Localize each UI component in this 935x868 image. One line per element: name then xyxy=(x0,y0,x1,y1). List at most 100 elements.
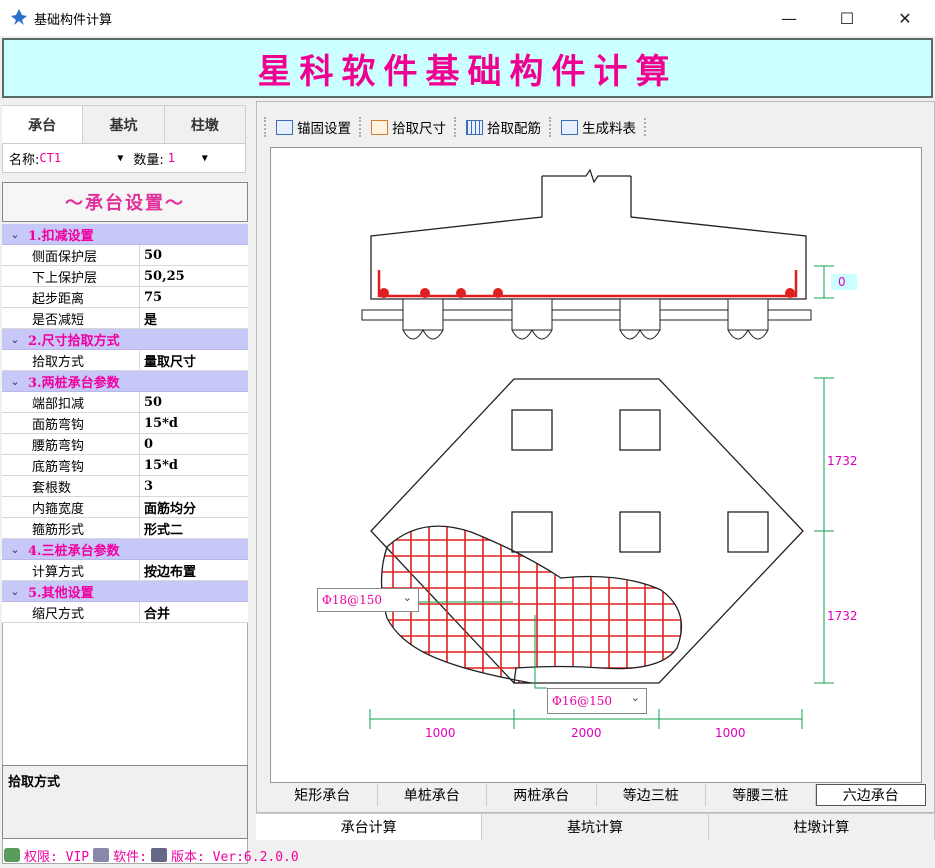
cover-dim-text: 0 xyxy=(838,275,846,289)
rebar-leaders xyxy=(417,601,547,689)
subtab-single[interactable]: 单桩承台 xyxy=(378,784,487,806)
property-key: 是否减短 xyxy=(28,308,140,328)
property-value[interactable]: 3 xyxy=(140,476,248,496)
property-value[interactable]: 15*d xyxy=(140,413,248,433)
property-row[interactable]: 侧面保护层 50 xyxy=(2,245,248,266)
property-value[interactable]: 是 xyxy=(140,308,248,328)
subtab-equi-three[interactable]: 等边三桩 xyxy=(597,784,706,806)
category-title: 5.其他设置 xyxy=(28,585,94,601)
category-header[interactable]: ⌄ 4.三桩承台参数 xyxy=(2,539,248,560)
drawing-svg: 0 1732 1732 1000 2000 1000 xyxy=(361,168,858,740)
property-row[interactable]: 下上保护层 50,25 xyxy=(2,266,248,287)
property-value[interactable]: 50,25 xyxy=(140,266,248,286)
category-title: 4.三桩承台参数 xyxy=(28,543,120,559)
category-header[interactable]: ⌄ 3.两桩承台参数 xyxy=(2,371,248,392)
tab-zhudun[interactable]: 柱墩 xyxy=(164,105,246,143)
chevron-down-icon: ⌄ xyxy=(10,542,20,556)
category-header[interactable]: ⌄ 5.其他设置 xyxy=(2,581,248,602)
property-value[interactable]: 形式二 xyxy=(140,518,248,538)
pick-rebar-button[interactable]: 拾取配筋 xyxy=(454,117,541,137)
tab-jikeng[interactable]: 基坑 xyxy=(83,105,165,143)
property-key: 拾取方式 xyxy=(28,350,140,370)
property-row[interactable]: 腰筋弯钩 0 xyxy=(2,434,248,455)
rebar-bottom-select[interactable]: Φ16@150 ⌄ xyxy=(547,688,647,714)
subtab-rect[interactable]: 矩形承台 xyxy=(268,784,378,806)
category-title: 3.两桩承台参数 xyxy=(28,375,120,391)
property-key: 套根数 xyxy=(28,476,140,496)
chevron-down-icon: ⌄ xyxy=(10,374,20,388)
property-value[interactable]: 0 xyxy=(140,434,248,454)
property-value[interactable]: 50 xyxy=(140,245,248,265)
maintab-chengtai[interactable]: 承台计算 xyxy=(256,814,483,840)
drawing-canvas[interactable]: 0 1732 1732 1000 2000 1000 Φ18@150 ⌄ Φ16… xyxy=(270,147,922,783)
tab-chengtai[interactable]: 承台 xyxy=(2,105,84,143)
category-header[interactable]: ⌄ 2.尺寸拾取方式 xyxy=(2,329,248,350)
dim-right-upper: 1732 xyxy=(827,454,858,468)
property-key: 内箍宽度 xyxy=(28,497,140,517)
name-label: 名称: xyxy=(9,152,40,168)
property-value[interactable]: 15*d xyxy=(140,455,248,475)
rebar-top-select[interactable]: Φ18@150 ⌄ xyxy=(317,588,419,612)
category-header[interactable]: ⌄ 1.扣减设置 xyxy=(2,224,248,245)
subtab-two[interactable]: 两桩承台 xyxy=(487,784,597,806)
right-panel: 锚固设置 拾取尺寸 拾取配筋 生成料表 0 1732 1732 1000 200… xyxy=(256,101,935,840)
name-select[interactable]: CT1 ▼ xyxy=(39,147,125,169)
dim-bottom-2: 2000 xyxy=(571,726,602,740)
status-software: 软件: xyxy=(113,849,147,865)
chevron-down-icon: ▼ xyxy=(117,152,124,164)
qty-value: 1 xyxy=(167,151,176,165)
maintab-jikeng[interactable]: 基坑计算 xyxy=(482,814,709,840)
property-row[interactable]: 内箍宽度 面筋均分 xyxy=(2,497,248,518)
right-dimensions xyxy=(814,377,834,684)
maintab-zhudun[interactable]: 柱墩计算 xyxy=(709,814,935,840)
subtab-hexagon[interactable]: 六边承台 xyxy=(815,784,926,806)
anchor-settings-button[interactable]: 锚固设置 xyxy=(264,117,351,137)
rebar-bottom-line xyxy=(377,270,798,298)
name-value: CT1 xyxy=(39,151,62,165)
maximize-button[interactable]: ☐ xyxy=(824,0,870,36)
property-row[interactable]: 计算方式 按边布置 xyxy=(2,560,248,581)
property-value[interactable]: 量取尺寸 xyxy=(140,350,248,370)
property-row[interactable]: 是否减短是 xyxy=(2,308,248,329)
property-key: 端部扣减 xyxy=(28,392,140,412)
generate-table-button[interactable]: 生成料表 xyxy=(549,117,636,137)
status-bar: 权限: VIP 软件: 版本: Ver:6.2.0.0 xyxy=(0,842,935,868)
dim-bottom-1: 1000 xyxy=(425,726,456,740)
close-button[interactable]: ✕ xyxy=(882,0,928,36)
pile-plan-squares xyxy=(511,409,769,553)
window-title: 基础构件计算 xyxy=(34,13,113,28)
chevron-down-icon: ⌄ xyxy=(402,591,412,604)
property-key: 底筋弯钩 xyxy=(28,455,140,475)
property-row[interactable]: 端部扣减 50 xyxy=(2,392,248,413)
pick-size-button[interactable]: 拾取尺寸 xyxy=(359,117,446,137)
subtab-iso-three[interactable]: 等腰三桩 xyxy=(706,784,816,806)
anchor-settings-label: 锚固设置 xyxy=(297,121,351,137)
property-row[interactable]: 起步距离 75 xyxy=(2,287,248,308)
description-title: 拾取方式 xyxy=(8,775,61,790)
chevron-down-icon: ▼ xyxy=(201,152,208,164)
property-row[interactable]: 缩尺方式 合并 xyxy=(2,602,248,623)
property-value[interactable]: 按边布置 xyxy=(140,560,248,580)
property-value[interactable]: 50 xyxy=(140,392,248,412)
property-key: 缩尺方式 xyxy=(28,602,140,622)
property-value[interactable]: 合并 xyxy=(140,602,248,622)
category-title: 2.尺寸拾取方式 xyxy=(28,333,120,349)
left-panel: 承台 基坑 柱墩 名称: CT1 ▼ 数量: 1 ▼ ～承台设置～ ⌄ 1.扣减设置侧… xyxy=(0,101,250,864)
property-value[interactable]: 面筋均分 xyxy=(140,497,248,517)
property-key: 箍筋形式 xyxy=(28,518,140,538)
qty-select[interactable]: 1 ▼ xyxy=(164,147,210,169)
property-row[interactable]: 面筋弯钩 15*d xyxy=(2,413,248,434)
description-panel: 拾取方式 xyxy=(2,765,248,839)
property-key: 腰筋弯钩 xyxy=(28,434,140,454)
minimize-button[interactable]: — xyxy=(766,0,812,36)
property-value[interactable]: 75 xyxy=(140,287,248,307)
chevron-down-icon: ⌄ xyxy=(10,332,20,346)
left-tabbar: 承台 基坑 柱墩 xyxy=(2,105,246,143)
column-break-line xyxy=(542,168,631,184)
property-row[interactable]: 套根数 3 xyxy=(2,476,248,497)
property-row[interactable]: 箍筋形式 形式二 xyxy=(2,518,248,539)
property-grid: ⌄ 1.扣减设置 侧面保护层 50 下上保护层 50,25 起步距离 75 是否减短是 ⌄ 2.尺寸… xyxy=(2,224,248,623)
property-row[interactable]: 拾取方式 量取尺寸 xyxy=(2,350,248,371)
software-icon xyxy=(93,848,110,862)
property-row[interactable]: 底筋弯钩 15*d xyxy=(2,455,248,476)
